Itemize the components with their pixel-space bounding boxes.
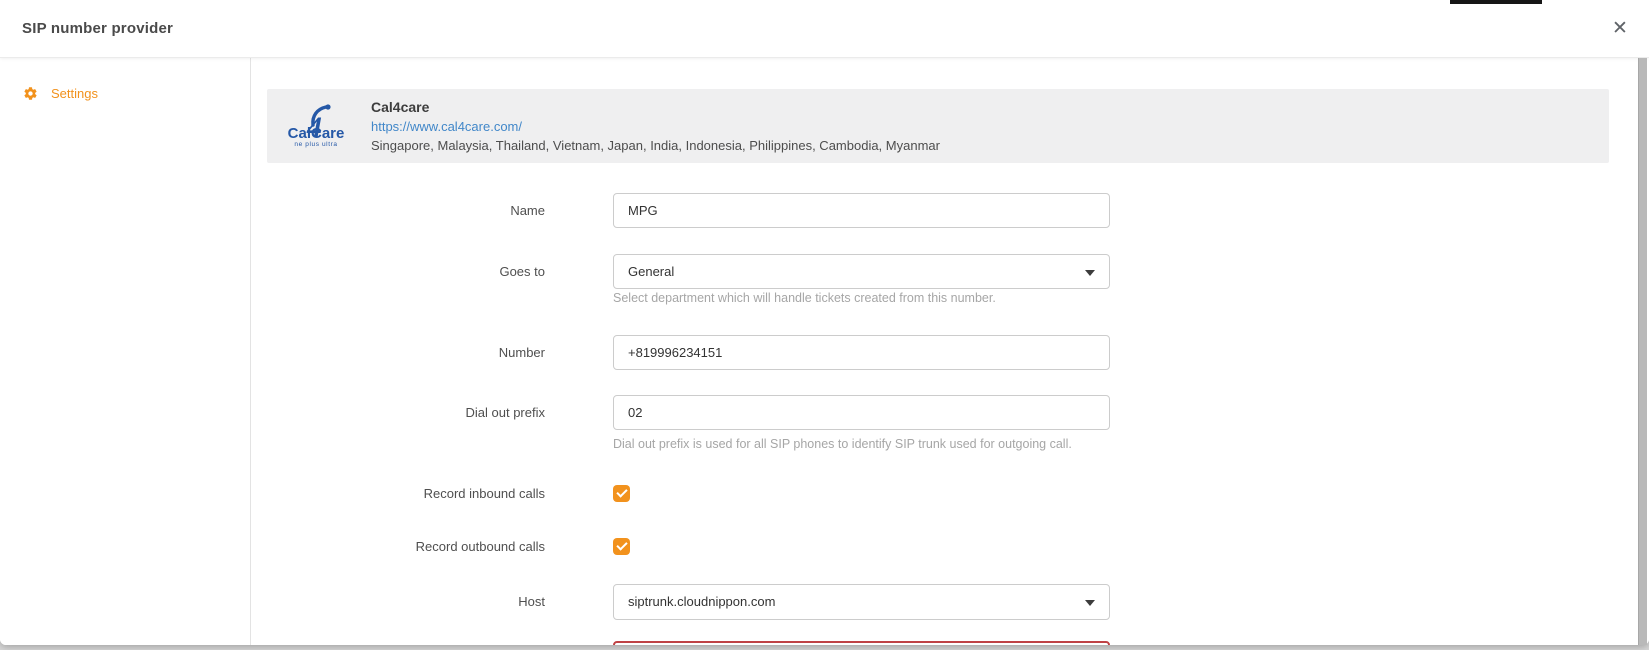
sidebar-item-settings[interactable]: Settings — [0, 82, 250, 104]
error-input[interactable] — [613, 641, 1110, 645]
host-value: siptrunk.cloudnippon.com — [628, 594, 775, 609]
record-outbound-checkbox[interactable] — [613, 538, 630, 555]
cal4care-logo: 4 CalCare ne plus ultra — [281, 103, 351, 149]
number-label: Number — [251, 335, 545, 370]
host-select[interactable]: siptrunk.cloudnippon.com — [613, 584, 1110, 620]
dial-out-prefix-input[interactable] — [613, 395, 1110, 430]
sidebar-item-label: Settings — [51, 86, 98, 101]
cal4care-tagline: ne plus ultra — [281, 141, 351, 149]
record-outbound-label: Record outbound calls — [251, 538, 545, 555]
provider-info: Cal4care https://www.cal4care.com/ Singa… — [371, 98, 940, 155]
modal-body: Settings 4 CalCare ne plus ultra Cal4car… — [0, 58, 1649, 645]
goes-to-help: Select department which will handle tick… — [613, 291, 996, 305]
sidebar: Settings — [0, 58, 251, 645]
provider-countries: Singapore, Malaysia, Thailand, Vietnam, … — [371, 136, 940, 155]
host-label: Host — [251, 584, 545, 620]
dial-out-prefix-label: Dial out prefix — [251, 395, 545, 430]
gear-icon — [23, 86, 38, 101]
modal-header: SIP number provider ✕ — [0, 0, 1649, 58]
record-inbound-label: Record inbound calls — [251, 485, 545, 502]
provider-name: Cal4care — [371, 98, 940, 117]
goes-to-value: General — [628, 264, 674, 279]
cal4care-wordmark: CalCare — [281, 127, 351, 141]
settings-panel: 4 CalCare ne plus ultra Cal4care https:/… — [251, 58, 1649, 645]
scrollbar[interactable] — [1638, 58, 1647, 645]
name-input[interactable] — [613, 193, 1110, 228]
name-label: Name — [251, 193, 545, 228]
chevron-down-icon — [1085, 270, 1095, 276]
provider-card: 4 CalCare ne plus ultra Cal4care https:/… — [267, 89, 1609, 163]
record-inbound-checkbox[interactable] — [613, 485, 630, 502]
chevron-down-icon — [1085, 600, 1095, 606]
close-icon[interactable]: ✕ — [1605, 14, 1635, 44]
modal-title: SIP number provider — [22, 0, 173, 58]
number-input[interactable] — [613, 335, 1110, 370]
goes-to-select[interactable]: General — [613, 254, 1110, 289]
sip-provider-modal: SIP number provider ✕ Settings 4 C — [0, 0, 1649, 645]
goes-to-label: Goes to — [251, 254, 545, 289]
background-window-strip — [1450, 0, 1542, 4]
provider-url-link[interactable]: https://www.cal4care.com/ — [371, 117, 940, 136]
dial-out-prefix-help: Dial out prefix is used for all SIP phon… — [613, 437, 1072, 451]
